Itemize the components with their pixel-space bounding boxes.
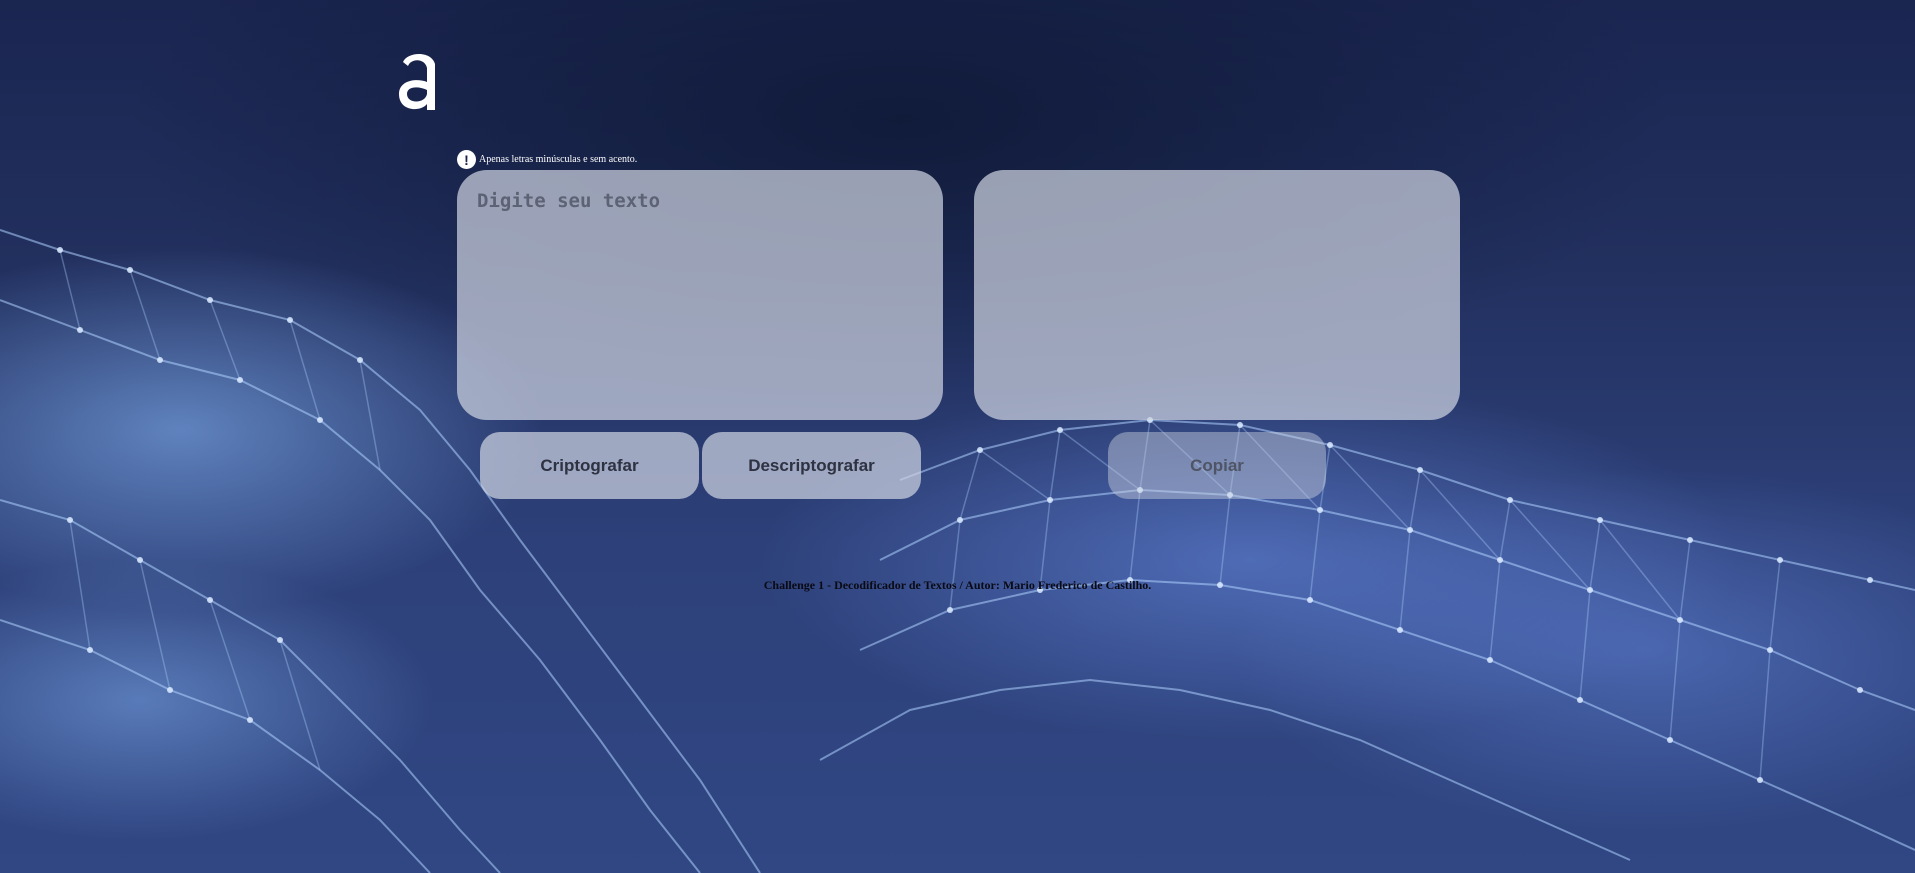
decrypt-button-label: Descriptografar [748, 455, 875, 475]
encrypt-button[interactable]: Criptografar [480, 432, 699, 499]
output-text [974, 170, 1460, 420]
footer-credit: Challenge 1 - Decodificador de Textos / … [763, 578, 1152, 592]
copy-button-label: Copiar [1190, 455, 1244, 475]
input-hint: ! Apenas letras minúsculas e sem acento. [457, 150, 637, 169]
encrypt-button-label: Criptografar [540, 455, 639, 475]
alura-logo-icon [399, 54, 435, 110]
network-mesh-background [0, 229, 1915, 873]
text-input[interactable] [457, 170, 943, 420]
copy-button[interactable]: Copiar [1108, 432, 1326, 499]
hint-text: Apenas letras minúsculas e sem acento. [479, 154, 638, 165]
decrypt-button[interactable]: Descriptografar [702, 432, 921, 499]
exclamation-circle-icon: ! [457, 150, 476, 169]
